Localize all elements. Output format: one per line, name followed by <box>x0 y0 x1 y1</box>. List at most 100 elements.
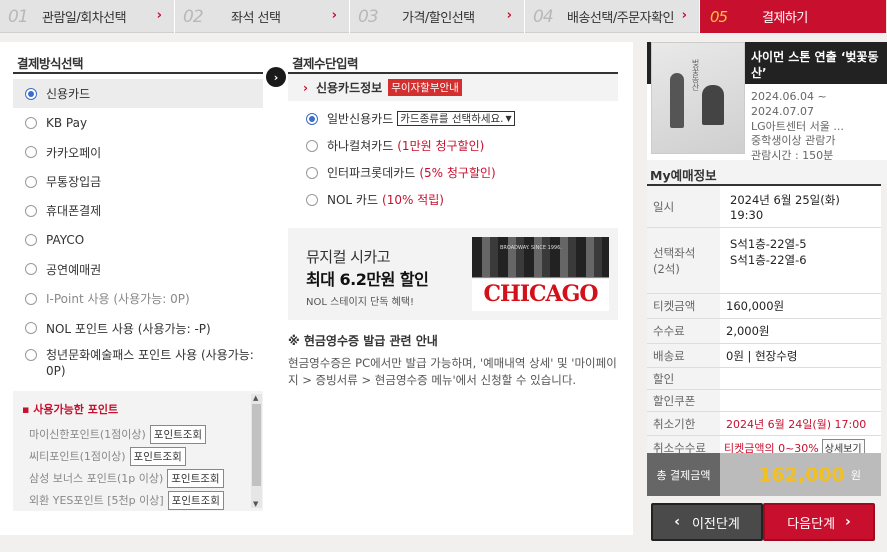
method-kakaopay[interactable]: 카카오페이 <box>13 138 263 167</box>
card-interpark-lotte[interactable]: 인터파크롯데카드 (5% 청구할인) <box>288 159 618 186</box>
radio-icon[interactable] <box>25 146 37 159</box>
chevron-right-icon: › <box>331 8 337 23</box>
row-key: 선택좌석 <box>653 245 696 260</box>
chevron-right-icon: › <box>303 80 308 95</box>
arrow-right-circle-icon: › <box>266 67 286 87</box>
method-bank-transfer[interactable]: 무통장입금 <box>13 167 263 196</box>
scroll-down-icon[interactable]: ▼ <box>253 500 258 508</box>
point-row: 삼성 보너스 포인트(1p 이상) 포인트조회 <box>13 467 263 489</box>
card-type-select[interactable]: 카드종류를 선택하세요. ▼ <box>397 111 515 126</box>
point-row: 외환 YES포인트 [5천p 이상] 포인트조회 <box>13 489 263 511</box>
radio-icon[interactable] <box>306 193 318 206</box>
method-credit-card[interactable]: 신용카드 <box>13 79 263 109</box>
step-number: 03 <box>358 6 379 27</box>
method-nol-point[interactable]: NOL 포인트 사용 (사용가능: -P) <box>13 313 263 342</box>
method-label: KB Pay <box>46 115 88 130</box>
point-lookup-button[interactable]: 포인트조회 <box>167 468 224 488</box>
row-key: 배송료 <box>647 344 720 367</box>
card-type-select-value: 카드종류를 선택하세요. <box>400 113 504 125</box>
show-poster: 벚꽃동산 <box>651 42 745 154</box>
point-lookup-button[interactable]: 포인트조회 <box>149 424 207 444</box>
booking-summary: 벚꽃동산 사이먼 스톤 연출 ‘벚꽃동산’ 2024.06.04 ~ 2024.… <box>647 42 887 496</box>
chevron-right-icon: › <box>845 514 851 530</box>
radio-icon[interactable] <box>25 234 37 247</box>
banner-title: 뮤지컬 시카고 <box>306 248 391 266</box>
radio-icon[interactable] <box>25 322 37 335</box>
method-label: 휴대폰결제 <box>46 204 102 219</box>
radio-selected-icon[interactable] <box>306 112 318 125</box>
row-value: S석1층-22열-5 <box>730 237 807 251</box>
total-value: 162,000 <box>758 463 845 486</box>
step-label: 관람일/회차선택 <box>42 11 127 26</box>
card-benefit: (5% 청구할인) <box>419 166 496 180</box>
total-unit: 원 <box>850 468 861 482</box>
radio-icon[interactable] <box>25 175 37 188</box>
brand-subtitle: BROADWAY. SINCE 1996. <box>500 245 562 251</box>
available-points-box: ▪ 사용가능한 포인트 마이신한포인트(1점이상) 포인트조회 씨티포인트(1점이… <box>13 391 263 511</box>
method-mobile[interactable]: 휴대폰결제 <box>13 196 263 225</box>
chevron-right-icon: › <box>156 8 162 23</box>
radio-selected-icon[interactable] <box>25 87 37 100</box>
radio-icon[interactable] <box>25 263 37 276</box>
scrollbar-thumb[interactable] <box>252 404 261 486</box>
method-ipoint[interactable]: I-Point 사용 (사용가능: 0P) <box>13 284 263 313</box>
scroll-up-icon[interactable]: ▲ <box>253 394 258 402</box>
banner-discount: 최대 6.2만원 할인 <box>306 270 429 289</box>
cancel-deadline: 2024년 6월 24일(월) 17:00 <box>726 417 867 431</box>
total-amount: 총 결제금액 162,000 원 <box>647 453 881 496</box>
radio-icon[interactable] <box>25 292 37 305</box>
payment-means-column: 결제수단입력 › 신용카드정보 무이자할부안내 일반신용카드 카드종류를 선택하세요.… <box>288 42 618 535</box>
method-label: NOL 포인트 사용 (사용가능: -P) <box>46 321 211 336</box>
next-step-button[interactable]: 다음단계 › <box>763 503 875 541</box>
installment-info-button[interactable]: 무이자할부안내 <box>388 79 462 96</box>
next-step-label: 다음단계 <box>787 516 836 532</box>
show-info: 벚꽃동산 사이먼 스톤 연출 ‘벚꽃동산’ 2024.06.04 ~ 2024.… <box>647 42 887 162</box>
method-label: 공연예매권 <box>46 262 102 277</box>
prev-step-button[interactable]: ‹ 이전단계 <box>651 503 763 541</box>
points-title-text: 사용가능한 포인트 <box>33 403 119 416</box>
table-row: 선택좌석 (2석) S석1층-22열-5 S석1층-22열-6 <box>647 228 881 294</box>
method-label: I-Point 사용 (사용가능: 0P) <box>46 292 190 307</box>
table-row: 수수료 2,000원 <box>647 319 881 344</box>
step-label: 가격/할인선택 <box>402 11 475 26</box>
step-number: 04 <box>533 6 554 27</box>
radio-icon[interactable] <box>25 348 37 361</box>
row-key: 할인 <box>647 368 720 389</box>
cast-photo <box>472 237 609 277</box>
method-voucher[interactable]: 공연예매권 <box>13 255 263 284</box>
radio-icon[interactable] <box>306 139 318 152</box>
step-label: 좌석 선택 <box>231 11 281 26</box>
row-value <box>720 368 881 389</box>
points-scrollbar[interactable]: ▲ ▼ <box>251 394 262 508</box>
card-benefit: (10% 적립) <box>382 193 444 207</box>
method-label: PAYCO <box>46 233 85 248</box>
row-value: S석1층-22열-6 <box>730 253 807 267</box>
point-lookup-button[interactable]: 포인트조회 <box>167 490 224 510</box>
row-value: 2,000원 <box>726 324 770 338</box>
radio-icon[interactable] <box>306 166 318 179</box>
chicago-logo: CHICAGO <box>483 281 598 307</box>
point-label: 외환 YES포인트 [5천p 이상] <box>29 494 164 507</box>
chicago-promo-banner[interactable]: 뮤지컬 시카고 최대 6.2만원 할인 NOL 스테이지 단독 혜택! BROA… <box>288 228 618 320</box>
card-nol[interactable]: NOL 카드 (10% 적립) <box>288 186 618 213</box>
row-key: 취소기한 <box>647 412 720 435</box>
card-hana-culture[interactable]: 하나컬쳐카드 (1만원 청구할인) <box>288 132 618 159</box>
method-youth-pass[interactable]: 청년문화예술패스 포인트 사용 (사용가능: 0P) <box>13 343 263 383</box>
row-key: 할인쿠폰 <box>647 390 720 411</box>
method-kbpay[interactable]: KB Pay <box>13 108 263 137</box>
radio-icon[interactable] <box>25 116 37 129</box>
chicago-poster-image: BROADWAY. SINCE 1996. CHICAGO <box>472 237 609 311</box>
method-payco[interactable]: PAYCO <box>13 225 263 254</box>
row-value: 19:30 <box>730 207 764 222</box>
radio-icon[interactable] <box>25 204 37 217</box>
point-label: 삼성 보너스 포인트(1p 이상) <box>29 472 164 485</box>
table-row: 일시 2024년 6월 25일(화) 19:30 <box>647 186 881 228</box>
table-row: 티켓금액 160,000원 <box>647 294 881 319</box>
point-row: 씨티포인트(1점이상) 포인트조회 <box>13 445 263 467</box>
payment-method-title: 결제방식선택 <box>13 42 263 74</box>
point-lookup-button[interactable]: 포인트조회 <box>129 446 186 466</box>
card-general[interactable]: 일반신용카드 카드종류를 선택하세요. ▼ <box>288 105 618 132</box>
row-value: 2024년 6월 25일(화) <box>730 192 840 207</box>
cash-receipt-notice: ※ 현금영수증 발급 관련 안내 현금영수증은 PC에서만 발급 가능하며, '… <box>288 332 618 389</box>
prev-step-label: 이전단계 <box>691 516 740 532</box>
